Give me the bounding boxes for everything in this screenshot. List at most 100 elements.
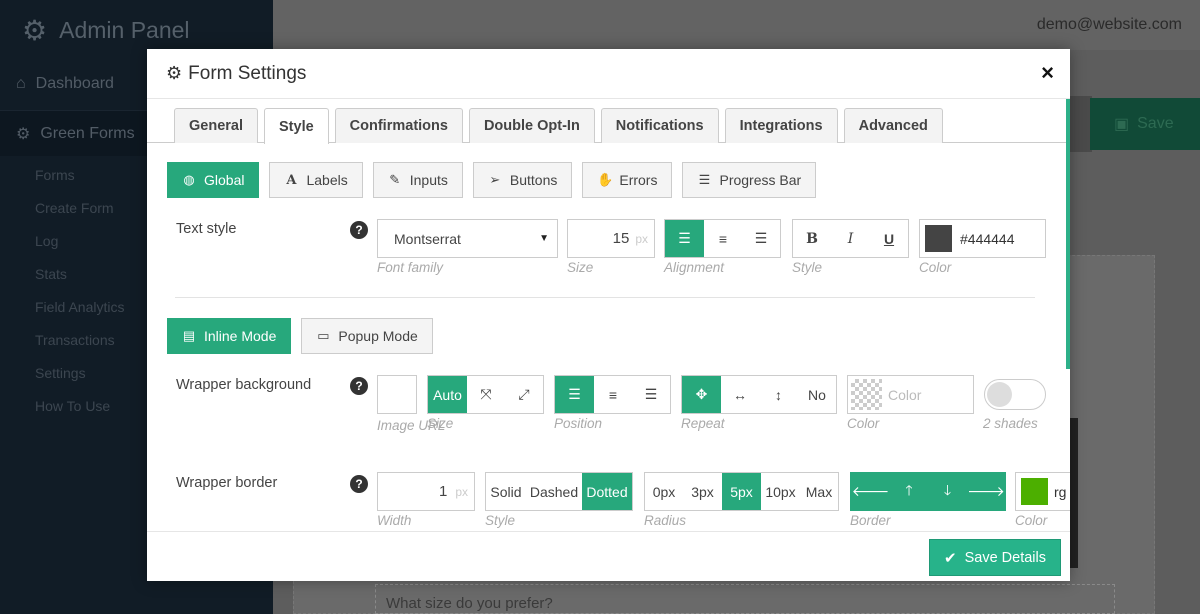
- sliders-icon: ☰: [698, 172, 711, 187]
- sidebar-subitem[interactable]: Log: [35, 233, 58, 249]
- font-family-select[interactable]: Montserrat ▼: [377, 219, 558, 258]
- pencil-icon: ✎: [389, 172, 401, 187]
- subtab-errors[interactable]: ✋ Errors: [582, 162, 673, 198]
- gear-icon: ⚙: [16, 125, 31, 143]
- background-repeat-group: ✥ ↔ ↕ No: [681, 375, 837, 414]
- text-color-input[interactable]: #444444: [919, 219, 1046, 258]
- subtab-label: Buttons: [509, 172, 558, 188]
- user-email[interactable]: demo@website.com: [1037, 16, 1182, 34]
- background-position-group: ☰ ≡ ☰: [554, 375, 671, 414]
- radius-5-button[interactable]: 5px: [722, 473, 761, 510]
- help-icon[interactable]: ?: [350, 377, 368, 395]
- align-right-icon[interactable]: ☰: [742, 220, 780, 257]
- tab-double-opt-in[interactable]: Double Opt-In: [468, 108, 595, 143]
- radius-10-button[interactable]: 10px: [761, 473, 800, 510]
- save-button[interactable]: ▣ Save: [1090, 98, 1200, 150]
- save-details-button[interactable]: ✔ Save Details: [929, 539, 1061, 576]
- style-caption: Style: [792, 260, 823, 275]
- align-center-icon[interactable]: ≡: [704, 220, 742, 257]
- expand-icon[interactable]: ⤢: [505, 376, 543, 413]
- inline-mode-button[interactable]: ▤ Inline Mode: [167, 318, 292, 354]
- border-width-input[interactable]: 1 px: [377, 472, 475, 511]
- compress-icon[interactable]: ⤧: [467, 376, 505, 413]
- horizontal-arrows-icon[interactable]: ↔: [721, 376, 759, 413]
- color-swatch: [925, 225, 952, 252]
- arrow-down-icon[interactable]: 🡓: [928, 473, 967, 510]
- size-auto-button[interactable]: Auto: [428, 376, 467, 413]
- unit-label: px: [635, 231, 648, 246]
- align-center-icon[interactable]: ≡: [594, 376, 632, 413]
- radius-3-button[interactable]: 3px: [683, 473, 722, 510]
- admin-topbar: demo@website.com: [273, 0, 1200, 50]
- radius-0-button[interactable]: 0px: [645, 473, 683, 510]
- background-color-input[interactable]: Color: [847, 375, 974, 414]
- list-alt-icon: ▤: [182, 328, 196, 343]
- wrapper-border-label: Wrapper border: [176, 475, 278, 491]
- arrow-left-icon[interactable]: 🡐: [851, 473, 890, 510]
- sidebar-subitem[interactable]: Transactions: [35, 332, 115, 348]
- sidebar-subitem[interactable]: How To Use: [35, 398, 110, 414]
- subtab-global[interactable]: ◍ Global: [167, 162, 260, 198]
- help-icon[interactable]: ?: [350, 221, 368, 239]
- close-icon[interactable]: ×: [1041, 62, 1054, 84]
- tab-integrations[interactable]: Integrations: [724, 108, 838, 143]
- align-left-icon[interactable]: ☰: [665, 220, 704, 257]
- sidebar-subitem[interactable]: Settings: [35, 365, 86, 381]
- subtab-label: Progress Bar: [719, 172, 802, 188]
- section-divider: [175, 297, 1035, 298]
- italic-button[interactable]: I: [831, 220, 870, 257]
- sidebar-subitem[interactable]: Field Analytics: [35, 299, 124, 315]
- font-size-value: 15: [612, 230, 630, 247]
- align-left-icon[interactable]: ☰: [555, 376, 594, 413]
- help-icon[interactable]: ?: [350, 475, 368, 493]
- settings-tabs: General Style Confirmations Double Opt-I…: [174, 108, 943, 144]
- arrow-up-icon[interactable]: 🡑: [890, 473, 928, 510]
- border-solid-button[interactable]: Solid: [486, 473, 526, 510]
- underline-button[interactable]: U: [870, 220, 908, 257]
- move-icon[interactable]: ✥: [682, 376, 721, 413]
- form-question[interactable]: What size do you prefer?: [375, 584, 1115, 614]
- tab-confirmations[interactable]: Confirmations: [334, 108, 463, 143]
- admin-brand[interactable]: ⚙ Admin Panel: [22, 14, 190, 47]
- border-dashed-button[interactable]: Dashed: [526, 473, 582, 510]
- sidebar-subitem[interactable]: Stats: [35, 266, 67, 282]
- position-caption: Position: [554, 416, 603, 431]
- sidebar-subitem[interactable]: Create Form: [35, 200, 114, 216]
- floppy-icon: ▣: [1114, 116, 1130, 133]
- brand-title: Admin Panel: [59, 17, 190, 43]
- sidebar-item-label: Green Forms: [40, 124, 135, 142]
- gradient-toggle[interactable]: [984, 379, 1046, 410]
- tab-style[interactable]: Style: [264, 108, 329, 144]
- sidebar-subitem[interactable]: Forms: [35, 167, 75, 183]
- subtab-labels[interactable]: A Labels: [269, 162, 363, 198]
- bold-button[interactable]: B: [793, 220, 831, 257]
- scrollbar[interactable]: [1066, 99, 1070, 369]
- vertical-arrows-icon[interactable]: ↕: [759, 376, 798, 413]
- background-image-input[interactable]: [377, 375, 417, 414]
- subtab-inputs[interactable]: ✎ Inputs: [372, 162, 463, 198]
- tab-advanced[interactable]: Advanced: [843, 108, 943, 143]
- arrow-right-icon[interactable]: 🡒: [967, 473, 1005, 510]
- modal-footer: ✔ Save Details: [147, 531, 1070, 581]
- subtab-buttons[interactable]: ➢ Buttons: [472, 162, 573, 198]
- sidebar-item-label: Dashboard: [35, 75, 114, 92]
- border-dotted-button[interactable]: Dotted: [582, 473, 632, 510]
- repeat-no-button[interactable]: No: [798, 376, 836, 413]
- radius-max-button[interactable]: Max: [800, 473, 838, 510]
- tab-general[interactable]: General: [174, 108, 258, 143]
- popup-mode-button[interactable]: ▭ Popup Mode: [301, 318, 433, 354]
- toggle-knob: [987, 382, 1012, 407]
- border-color-input[interactable]: rg: [1015, 472, 1070, 511]
- subtab-label: Inputs: [409, 172, 448, 188]
- text-style-label: Text style: [176, 221, 237, 237]
- width-caption: Width: [377, 513, 412, 528]
- wrapper-background-label: Wrapper background: [176, 377, 312, 393]
- style-caption: Style: [485, 513, 516, 528]
- toolbar-panel: [1070, 96, 1092, 152]
- align-right-icon[interactable]: ☰: [632, 376, 670, 413]
- font-size-input[interactable]: 15 px: [567, 219, 655, 258]
- tab-notifications[interactable]: Notifications: [600, 108, 719, 143]
- color-caption: Color: [919, 260, 952, 275]
- display-mode-group: ▤ Inline Mode ▭ Popup Mode: [167, 318, 433, 354]
- subtab-progress-bar[interactable]: ☰ Progress Bar: [682, 162, 817, 198]
